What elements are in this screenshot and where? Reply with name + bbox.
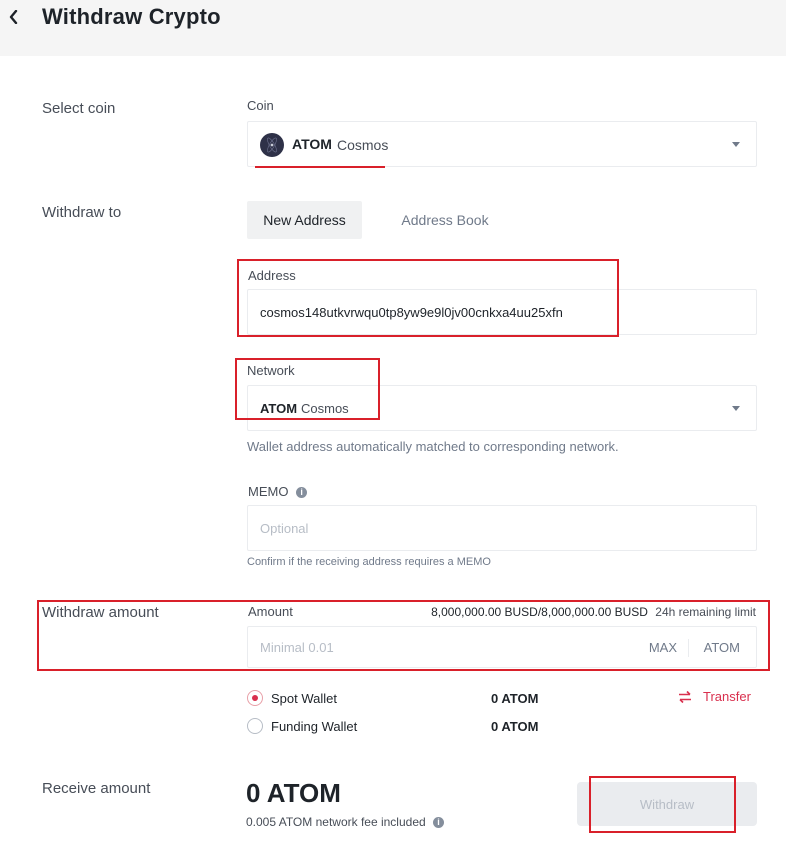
wallet-name: Funding Wallet xyxy=(271,719,358,734)
withdraw-amount-section-label: Withdraw amount xyxy=(42,604,159,621)
limit-info: 8,000,000.00 BUSD/8,000,000.00 BUSD 24h … xyxy=(431,605,756,619)
page-title: Withdraw Crypto xyxy=(42,4,221,29)
info-icon[interactable]: i xyxy=(433,817,445,829)
memo-label-text: MEMO xyxy=(248,484,289,499)
swap-arrows-icon xyxy=(678,690,692,704)
network-name: Cosmos xyxy=(301,401,349,416)
select-coin-section-label: Select coin xyxy=(42,100,116,117)
address-field-label: Address xyxy=(248,268,296,283)
limit-text: 24h remaining limit xyxy=(655,605,756,619)
back-chevron-left-icon[interactable] xyxy=(4,6,24,28)
coin-field-label: Coin xyxy=(247,98,274,113)
memo-placeholder: Optional xyxy=(260,521,309,536)
network-symbol: ATOM xyxy=(260,401,298,416)
wallet-name: Spot Wallet xyxy=(271,691,337,706)
coin-name: Cosmos xyxy=(337,137,389,153)
coin-select[interactable]: ATOM Cosmos xyxy=(247,121,757,167)
wallet-balance: 0 ATOM xyxy=(491,691,539,706)
max-button[interactable]: MAX xyxy=(649,640,677,655)
amount-unit: ATOM xyxy=(703,640,740,655)
caret-down-icon xyxy=(732,142,740,147)
receive-amount-value: 0 ATOM xyxy=(246,778,341,808)
memo-hint: Confirm if the receiving address require… xyxy=(247,556,491,568)
address-input[interactable]: cosmos148utkvrwqu0tp8yw9e9l0jv00cnkxa4uu… xyxy=(247,289,757,335)
address-value: cosmos148utkvrwqu0tp8yw9e9l0jv00cnkxa4uu… xyxy=(260,305,563,320)
tab-new-address[interactable]: New Address xyxy=(247,201,362,239)
fee-text: 0.005 ATOM network fee included xyxy=(246,815,426,829)
withdraw-button-label: Withdraw xyxy=(639,796,695,812)
radio-spot-wallet[interactable] xyxy=(247,690,263,706)
limit-value: 8,000,000.00 BUSD/8,000,000.00 BUSD xyxy=(431,605,648,619)
wallet-balance: 0 ATOM xyxy=(491,719,539,734)
memo-field-label: MEMO i xyxy=(248,484,308,499)
tab-address-book[interactable]: Address Book xyxy=(384,201,506,239)
amount-field-label: Amount xyxy=(248,604,293,619)
memo-input[interactable]: Optional xyxy=(247,505,757,551)
wallet-option-spot[interactable]: Spot Wallet 0 ATOM xyxy=(247,689,647,709)
withdraw-button[interactable]: Withdraw xyxy=(577,782,757,826)
network-fee: 0.005 ATOM network fee included i xyxy=(246,815,445,829)
caret-down-icon xyxy=(732,406,740,411)
amount-placeholder: Minimal 0.01 xyxy=(260,640,334,655)
unit-divider xyxy=(688,639,689,657)
transfer-label: Transfer xyxy=(703,689,751,704)
network-select[interactable]: ATOM Cosmos xyxy=(247,385,757,431)
info-icon[interactable]: i xyxy=(296,487,308,499)
coin-symbol: ATOM xyxy=(292,136,332,152)
network-hint: Wallet address automatically matched to … xyxy=(247,439,619,454)
amount-input[interactable]: Minimal 0.01 MAX ATOM xyxy=(247,626,757,668)
network-field-label: Network xyxy=(247,363,295,378)
atom-coin-icon xyxy=(260,133,284,157)
receive-amount-section-label: Receive amount xyxy=(42,780,151,797)
withdraw-to-section-label: Withdraw to xyxy=(42,204,122,221)
page-header: Withdraw Crypto xyxy=(0,0,786,56)
radio-funding-wallet[interactable] xyxy=(247,718,263,734)
wallet-option-funding[interactable]: Funding Wallet 0 ATOM xyxy=(247,717,647,737)
